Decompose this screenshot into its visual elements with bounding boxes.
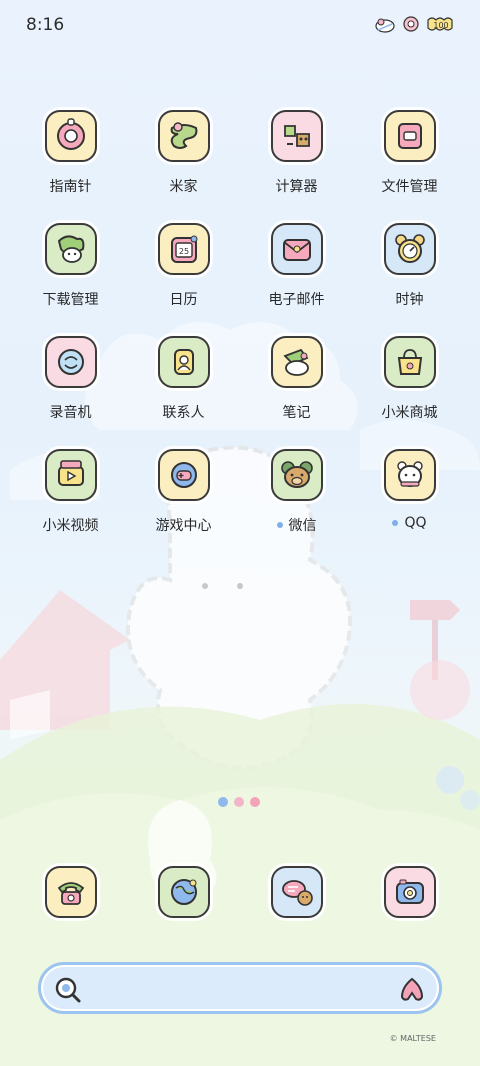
battery-100-icon: 100	[427, 17, 453, 31]
calendar-icon: 25	[157, 223, 210, 275]
calculator-icon	[270, 110, 323, 162]
status-bar: 8:16 100	[0, 0, 480, 50]
app-label: 计算器	[275, 179, 318, 195]
folder-icon	[383, 110, 436, 162]
app-label: QQ	[392, 515, 427, 531]
app-label: 时钟	[395, 292, 424, 308]
xiaoai-icon[interactable]	[397, 975, 427, 1005]
dock-camera[interactable]	[353, 866, 466, 926]
app-game-center[interactable]: 游戏中心	[127, 443, 240, 543]
svg-text:25: 25	[178, 247, 188, 256]
game-center-icon	[157, 449, 210, 501]
app-label: 小米商城	[381, 405, 438, 421]
new-install-dot	[276, 522, 283, 528]
phone-icon	[44, 866, 97, 918]
app-label: 微信	[276, 515, 317, 535]
notes-icon	[270, 336, 323, 388]
mi-store-icon	[383, 336, 436, 388]
battery-label: 100	[433, 21, 448, 30]
app-label: 电子邮件	[268, 292, 325, 308]
app-label: 笔记	[282, 405, 311, 421]
wechat-icon	[270, 449, 323, 501]
wallpaper-credit: © MALTESE	[389, 1034, 436, 1043]
app-file-manager[interactable]: 文件管理	[353, 104, 466, 204]
status-icons: 100	[374, 14, 456, 34]
sheep-icon	[375, 18, 395, 33]
app-notes[interactable]: 笔记	[240, 330, 353, 430]
camera-icon	[383, 866, 436, 918]
app-calendar[interactable]: 25 日历	[127, 217, 240, 317]
app-calculator[interactable]: 计算器	[240, 104, 353, 204]
app-label: 日历	[169, 292, 198, 308]
app-label: 指南针	[49, 179, 92, 195]
qq-icon	[383, 449, 436, 501]
mail-icon	[270, 223, 323, 275]
contacts-icon	[157, 336, 210, 388]
app-mijia[interactable]: 米家	[127, 104, 240, 204]
app-mi-store[interactable]: 小米商城	[353, 330, 466, 430]
dock-phone[interactable]	[14, 866, 127, 926]
app-wechat[interactable]: 微信	[240, 443, 353, 543]
recorder-icon	[44, 336, 97, 388]
app-recorder[interactable]: 录音机	[14, 330, 127, 430]
app-email[interactable]: 电子邮件	[240, 217, 353, 317]
page-dot-2[interactable]	[234, 797, 244, 807]
app-label: 文件管理	[381, 179, 438, 195]
page-dot-1[interactable]	[218, 797, 228, 807]
page-indicator[interactable]	[218, 797, 260, 807]
dock-messages[interactable]	[240, 866, 353, 926]
app-label: 联系人	[162, 405, 205, 421]
app-mi-video[interactable]: 小米视频	[14, 443, 127, 543]
app-label: 录音机	[49, 405, 92, 421]
new-install-dot	[392, 520, 399, 526]
app-compass[interactable]: 指南针	[14, 104, 127, 204]
flower-icon	[403, 16, 419, 32]
compass-icon	[44, 110, 97, 162]
app-label: 游戏中心	[155, 518, 212, 534]
dock	[0, 866, 480, 926]
page-dot-3[interactable]	[250, 797, 260, 807]
browser-icon	[157, 866, 210, 918]
app-label: 小米视频	[42, 518, 99, 534]
mi-video-icon	[44, 449, 97, 501]
search-icon[interactable]	[53, 975, 83, 1005]
clock-icon	[383, 223, 436, 275]
mijia-icon	[157, 110, 210, 162]
app-clock[interactable]: 时钟	[353, 217, 466, 317]
app-qq[interactable]: QQ	[353, 443, 466, 543]
status-time: 8:16	[26, 15, 65, 35]
dock-browser[interactable]	[127, 866, 240, 926]
messages-icon	[270, 866, 323, 918]
app-download-manager[interactable]: 下载管理	[14, 217, 127, 317]
app-label: 米家	[169, 179, 198, 195]
download-icon	[44, 223, 97, 275]
app-contacts[interactable]: 联系人	[127, 330, 240, 430]
search-bar[interactable]	[38, 962, 442, 1014]
app-label: 下载管理	[42, 292, 99, 308]
